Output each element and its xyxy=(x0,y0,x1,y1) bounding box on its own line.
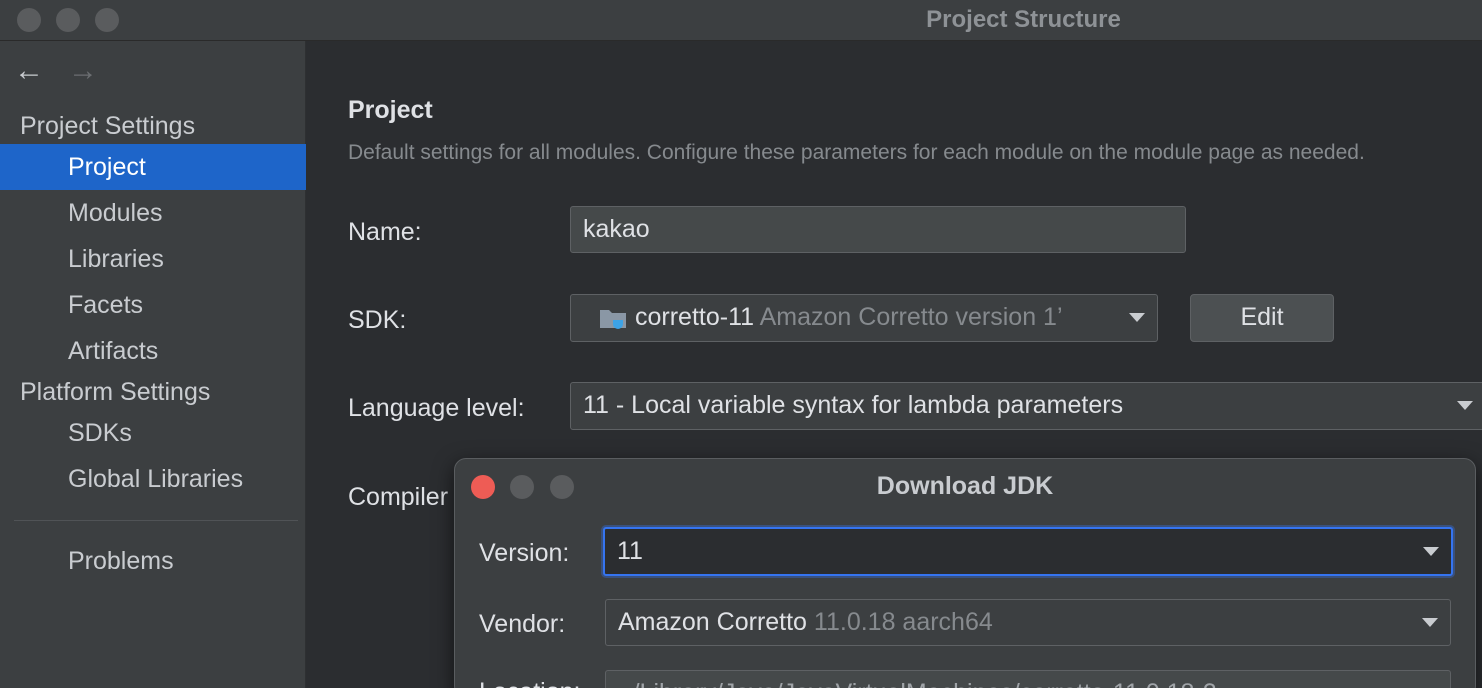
sdk-select[interactable]: corretto-11 Amazon Corretto version 1’ xyxy=(570,294,1158,342)
location-label: Location: xyxy=(479,678,580,688)
sidebar-item-global-libraries[interactable]: Global Libraries xyxy=(0,456,306,502)
location-input[interactable]: ~/Library/Java/JavaVirtualMachines/corre… xyxy=(605,670,1451,688)
chevron-down-icon xyxy=(1422,618,1438,627)
vendor-name: Amazon Corretto xyxy=(618,608,807,636)
download-jdk-dialog: Download JDK Version: 11 Vendor: Amazon … xyxy=(454,458,1476,688)
version-value: 11 xyxy=(617,537,643,565)
version-select[interactable]: 11 xyxy=(603,527,1453,576)
language-level-value: 11 - Local variable syntax for lambda pa… xyxy=(583,391,1124,419)
sidebar-divider xyxy=(14,520,298,521)
sidebar-item-sdks[interactable]: SDKs xyxy=(0,410,306,456)
back-arrow-icon[interactable]: ← xyxy=(14,56,44,86)
language-level-select[interactable]: 11 - Local variable syntax for lambda pa… xyxy=(570,382,1482,430)
sidebar-item-libraries[interactable]: Libraries xyxy=(0,236,306,282)
compiler-output-label: Compiler xyxy=(348,483,449,511)
jdk-folder-icon xyxy=(600,310,626,329)
edit-sdk-button[interactable]: Edit xyxy=(1190,294,1334,342)
chevron-down-icon xyxy=(1129,313,1145,322)
chevron-down-icon xyxy=(1457,401,1473,410)
chevron-down-icon xyxy=(1423,547,1439,556)
version-label: Version: xyxy=(479,539,570,567)
sdk-name: corretto-11 xyxy=(635,303,755,331)
vendor-select[interactable]: Amazon Corretto 11.0.18 aarch64 xyxy=(605,599,1451,646)
window-title: Project Structure xyxy=(926,6,1121,33)
sdk-detail: Amazon Corretto version 1’ xyxy=(759,303,1063,331)
sidebar-item-facets[interactable]: Facets xyxy=(0,282,306,328)
title-bar: Project Structure xyxy=(0,0,1482,41)
sidebar-item-artifacts[interactable]: Artifacts xyxy=(0,328,306,374)
language-level-label: Language level: xyxy=(348,394,525,422)
group-platform-settings: Platform Settings xyxy=(20,378,211,406)
dialog-title: Download JDK xyxy=(876,472,1054,500)
page-description: Default settings for all modules. Config… xyxy=(348,141,1365,164)
name-label: Name: xyxy=(348,218,422,246)
forward-arrow-icon[interactable]: → xyxy=(68,56,98,86)
name-input[interactable]: kakao xyxy=(570,206,1186,253)
sidebar-item-problems[interactable]: Problems xyxy=(0,538,306,584)
group-project-settings: Project Settings xyxy=(20,112,196,140)
vendor-label: Vendor: xyxy=(479,610,566,638)
sdk-label: SDK: xyxy=(348,306,407,334)
sidebar-item-modules[interactable]: Modules xyxy=(0,190,306,236)
sidebar-item-project[interactable]: Project xyxy=(0,144,306,190)
page-title: Project xyxy=(348,96,433,124)
vendor-detail: 11.0.18 aarch64 xyxy=(813,608,993,636)
